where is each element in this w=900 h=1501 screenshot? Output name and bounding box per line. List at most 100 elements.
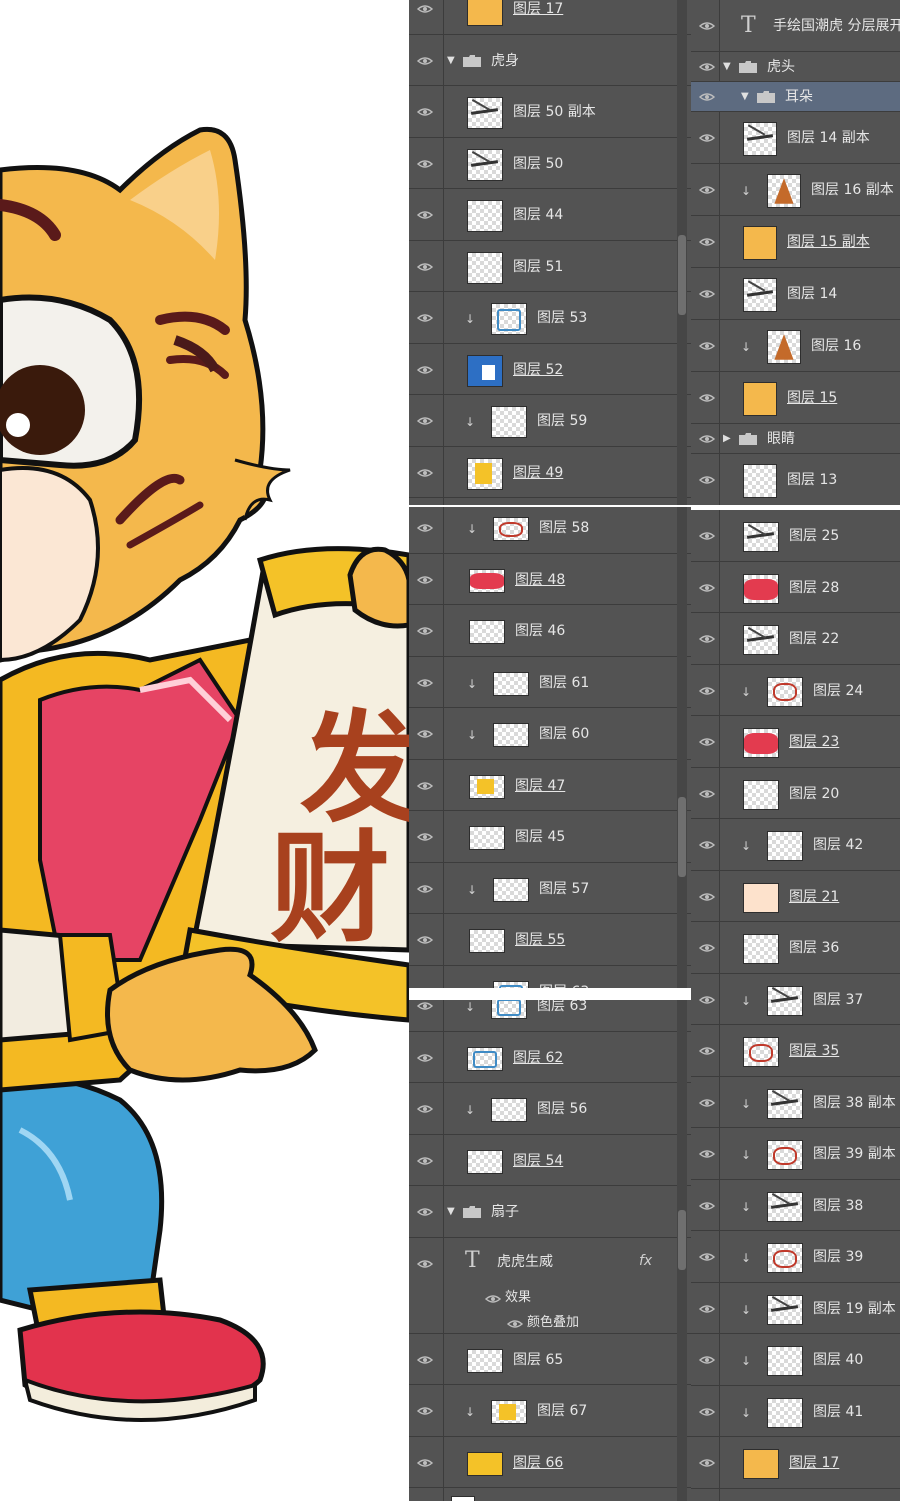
layer-row[interactable]: ↓ 图层 16 副本 [691,164,900,216]
layer-row[interactable]: ↓ 图层 60 [409,708,691,760]
visibility-eye-icon[interactable] [417,468,433,478]
collapse-arrow-icon[interactable]: ▼ [447,1207,455,1217]
visibility-eye-icon[interactable] [417,729,433,739]
visibility-eye-icon[interactable] [417,575,433,585]
layer-row[interactable]: 图层 46 [409,605,691,657]
visibility-eye-icon[interactable] [699,995,715,1005]
layer-row[interactable]: ↓图层 58 [409,498,691,505]
layer-group-row[interactable]: ▼ 虎头 [691,52,900,82]
layer-row[interactable]: 图层 62 [409,1032,691,1083]
layer-row[interactable]: 图层 50 [409,138,691,189]
layer-row[interactable]: 图层 44 [409,189,691,241]
visibility-eye-icon[interactable] [699,1355,715,1365]
layer-row[interactable]: 图层 50 副本 [409,86,691,138]
layer-row[interactable]: ↓ 图层 53 [409,292,691,344]
layer-group-row[interactable]: ▼ 虎身 [409,35,691,86]
layer-row[interactable]: ↓ 图层 38 副本 [691,1077,900,1128]
layer-row[interactable]: ↓图层 63 [409,966,691,988]
layer-row[interactable]: ↓ 图层 39 副本 [691,1128,900,1180]
layer-row[interactable]: ↓ 图层 67 [409,1385,691,1437]
visibility-eye-icon[interactable] [417,1156,433,1166]
collapse-arrow-icon[interactable]: ▼ [741,92,749,102]
layer-row[interactable]: 图层 22 [691,613,900,665]
visibility-eye-icon[interactable] [699,789,715,799]
visibility-eye-icon[interactable] [699,531,715,541]
layer-row[interactable]: ↓ 图层 19 副本 [691,1283,900,1334]
visibility-eye-icon[interactable] [417,1355,433,1365]
visibility-eye-icon[interactable] [417,262,433,272]
expand-arrow-icon[interactable]: ▶ [723,434,731,444]
visibility-eye-icon[interactable] [417,884,433,894]
visibility-eye-icon[interactable] [699,686,715,696]
visibility-eye-icon[interactable] [699,1252,715,1262]
layer-row[interactable]: ↓图层 58 [409,507,691,554]
visibility-eye-icon[interactable] [699,289,715,299]
layer-row[interactable]: 图层 48 [409,554,691,605]
visibility-eye-icon[interactable] [699,393,715,403]
layer-row[interactable]: 图层 35 [691,1025,900,1077]
visibility-eye-icon[interactable] [699,583,715,593]
layer-row[interactable]: T 手绘国潮虎 分层展开 [691,0,900,52]
layer-row[interactable]: 图层 65 [409,1334,691,1385]
visibility-eye-icon[interactable] [699,1304,715,1314]
layer-row[interactable]: ↓ 图层 56 [409,1083,691,1135]
layer-row[interactable]: ↓ 图层 41 [691,1386,900,1437]
visibility-eye-icon[interactable] [417,781,433,791]
layer-row[interactable]: 图层 47 [409,760,691,811]
layer-group-row[interactable]: ▼ 扇子 [409,1186,691,1238]
layer-row[interactable]: 图层 21 [691,871,900,922]
visibility-eye-icon[interactable] [417,523,433,533]
visibility-eye-icon[interactable] [699,1201,715,1211]
effect-visibility-eye-icon[interactable] [485,1294,501,1304]
scrollbar[interactable] [677,507,687,988]
layer-row[interactable]: 图层 66 [409,1437,691,1488]
visibility-eye-icon[interactable] [417,1259,433,1269]
layer-row[interactable]: ↓ 图层 38 [691,1180,900,1231]
visibility-eye-icon[interactable] [699,21,715,31]
layer-row[interactable]: 图层 17 [691,1437,900,1489]
visibility-eye-icon[interactable] [417,832,433,842]
layer-row[interactable]: ↓ 图层 59 [409,395,691,447]
visibility-eye-icon[interactable] [699,634,715,644]
visibility-eye-icon[interactable] [417,210,433,220]
visibility-eye-icon[interactable] [699,475,715,485]
visibility-eye-icon[interactable] [417,159,433,169]
layer-row[interactable]: ↓ 图层 40 [691,1334,900,1386]
layer-row[interactable]: 图层 36 [691,922,900,974]
collapse-arrow-icon[interactable]: ▼ [723,62,731,72]
visibility-eye-icon[interactable] [699,1046,715,1056]
visibility-eye-icon[interactable] [417,313,433,323]
visibility-eye-icon[interactable] [417,935,433,945]
visibility-eye-icon[interactable] [699,737,715,747]
layer-row[interactable]: ↓ 图层 57 [409,863,691,914]
layer-row[interactable]: 图层 45 [409,811,691,863]
layer-row[interactable]: 图层 14 [691,268,900,320]
layer-group-row[interactable]: ▼ 耳朵 [691,82,900,112]
layer-row[interactable]: ↓图层 63 [409,1000,691,1032]
collapse-arrow-icon[interactable]: ▼ [447,55,455,66]
visibility-eye-icon[interactable] [417,1001,433,1011]
layer-row[interactable]: 图层 14 副本 [691,112,900,164]
layer-row[interactable]: 图层 54 [409,1135,691,1186]
layer-row[interactable]: 图层 49 [409,447,691,498]
layer-row[interactable]: 图层 52 [409,344,691,395]
layer-group-row[interactable]: ▶ 眼睛 [691,424,900,454]
visibility-eye-icon[interactable] [417,416,433,426]
visibility-eye-icon[interactable] [699,943,715,953]
layer-row[interactable]: 图层 51 [409,241,691,292]
visibility-eye-icon[interactable] [417,678,433,688]
scrollbar[interactable] [677,1000,687,1501]
visibility-eye-icon[interactable] [699,185,715,195]
layer-row[interactable]: ↓ 图层 39 [691,1231,900,1283]
visibility-eye-icon[interactable] [417,107,433,117]
layer-row[interactable]: ↓ 图层 42 [691,819,900,871]
layer-row[interactable]: T 虎虎生威 fx 效果 颜色叠加 [409,1238,691,1334]
visibility-eye-icon[interactable] [417,1458,433,1468]
effect-visibility-eye-icon[interactable] [507,1319,523,1329]
fx-icon[interactable]: fx [639,1253,652,1269]
scrollbar[interactable] [677,0,687,505]
visibility-eye-icon[interactable] [699,62,715,72]
visibility-eye-icon[interactable] [417,1406,433,1416]
visibility-eye-icon[interactable] [699,341,715,351]
visibility-eye-icon[interactable] [417,626,433,636]
